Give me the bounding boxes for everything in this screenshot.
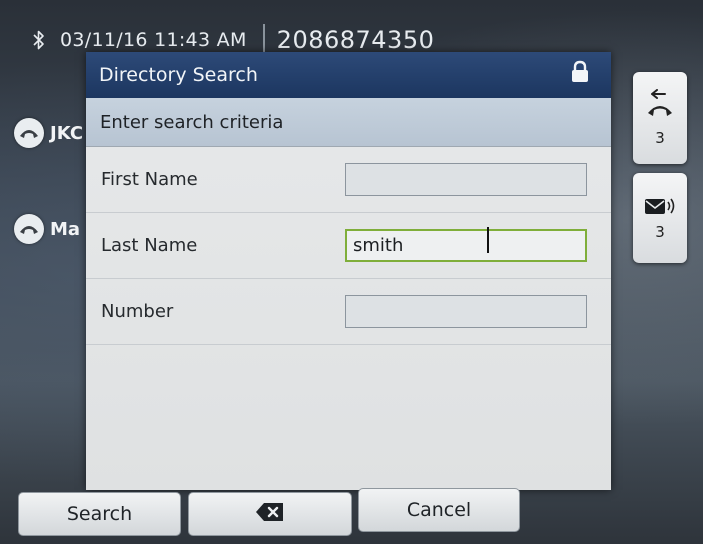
- text-cursor: [487, 227, 489, 253]
- phone-screen: 03/11/16 11:43 AM 2086874350 JKC Ma 3 3 …: [0, 0, 703, 544]
- directory-search-dialog: Directory Search Enter search criteria F…: [86, 52, 611, 490]
- number-input[interactable]: [345, 295, 587, 328]
- dialog-title: Directory Search: [99, 64, 258, 86]
- missed-calls-count: 3: [655, 129, 665, 147]
- handset-icon: [14, 214, 44, 244]
- backspace-button[interactable]: [188, 492, 352, 536]
- line-item-label: Ma: [50, 218, 81, 240]
- voicemail-count: 3: [655, 223, 665, 241]
- bluetooth-icon: [30, 28, 48, 52]
- backspace-icon: [255, 502, 285, 527]
- voicemail-tab[interactable]: 3: [633, 173, 687, 263]
- softkey-bar: Search Cancel: [0, 488, 703, 544]
- line-item-1[interactable]: JKC: [14, 118, 83, 148]
- status-datetime: 03/11/16 11:43 AM: [60, 29, 247, 51]
- line-item-label: JKC: [50, 122, 84, 144]
- voicemail-icon: [643, 195, 677, 221]
- lock-icon: [571, 60, 589, 84]
- dialog-header: Directory Search: [86, 52, 611, 98]
- number-row: Number: [86, 279, 611, 345]
- missed-calls-tab[interactable]: 3: [633, 72, 687, 164]
- first-name-input[interactable]: [345, 163, 587, 196]
- cancel-button[interactable]: Cancel: [358, 488, 520, 532]
- missed-call-icon: [645, 89, 675, 127]
- last-name-row: Last Name: [86, 213, 611, 279]
- first-name-label: First Name: [101, 169, 198, 190]
- handset-icon: [14, 118, 44, 148]
- line-item-2[interactable]: Ma: [14, 214, 80, 244]
- last-name-label: Last Name: [101, 235, 198, 256]
- search-button[interactable]: Search: [18, 492, 181, 536]
- dialog-subheader: Enter search criteria: [86, 98, 611, 147]
- last-name-input[interactable]: [345, 229, 587, 262]
- first-name-row: First Name: [86, 147, 611, 213]
- number-label: Number: [101, 301, 174, 322]
- status-phone-number: 2086874350: [276, 26, 435, 54]
